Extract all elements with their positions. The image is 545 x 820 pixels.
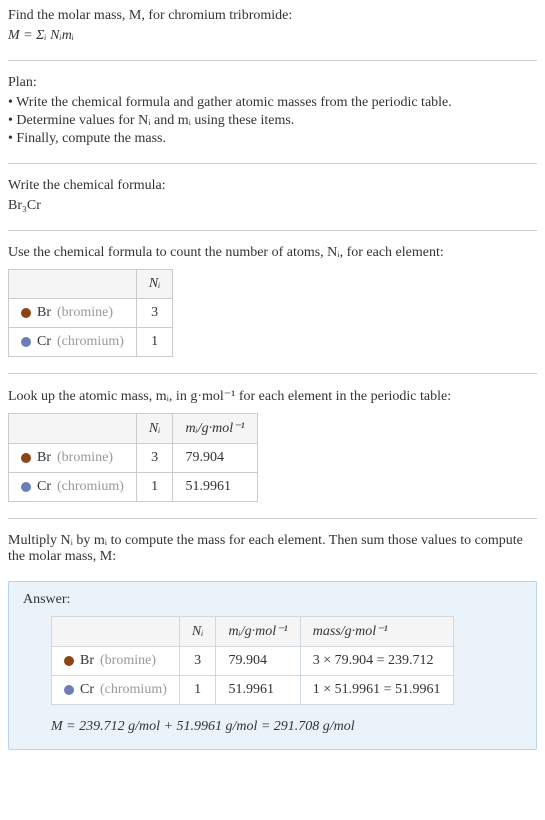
table-row: Br (bromine) 3 79.904 [9, 444, 258, 473]
element-cell: Br (bromine) [9, 299, 137, 328]
n-value: 1 [136, 473, 173, 502]
divider [8, 518, 537, 519]
element-name: (chromium) [100, 682, 167, 698]
chemical-formula-header: Write the chemical formula: [8, 178, 537, 194]
chromium-dot-icon [21, 337, 31, 347]
n-value: 3 [136, 299, 173, 328]
empty-header [9, 414, 137, 444]
chemical-formula-section: Write the chemical formula: Br₃Cr [8, 178, 537, 214]
col-n-header: Nᵢ [136, 270, 173, 299]
table-row: Br (bromine) 3 79.904 3 × 79.904 = 239.7… [52, 647, 454, 676]
intro-section: Find the molar mass, M, for chromium tri… [8, 8, 537, 44]
col-m-header: mᵢ/g·mol⁻¹ [216, 617, 300, 647]
mass-value: 1 × 51.9961 = 51.9961 [300, 676, 453, 705]
plan-item: Write the chemical formula and gather at… [8, 95, 537, 111]
col-mass-header: mass/g·mol⁻¹ [300, 617, 453, 647]
element-cell: Cr (chromium) [9, 328, 137, 357]
m-value: 51.9961 [216, 676, 300, 705]
element-cell: Br (bromine) [9, 444, 137, 473]
element-symbol: Br [37, 305, 51, 321]
element-symbol: Cr [80, 682, 94, 698]
answer-result: M = 239.712 g/mol + 51.9961 g/mol = 291.… [51, 719, 522, 735]
chemical-formula-value: Br₃Cr [8, 198, 537, 214]
atomic-mass-section: Look up the atomic mass, mᵢ, in g·mol⁻¹ … [8, 388, 537, 502]
mass-value: 3 × 79.904 = 239.712 [300, 647, 453, 676]
atomic-mass-header: Look up the atomic mass, mᵢ, in g·mol⁻¹ … [8, 388, 537, 405]
divider [8, 60, 537, 61]
atomic-mass-table: Nᵢ mᵢ/g·mol⁻¹ Br (bromine) 3 79.904 Cr (… [8, 413, 258, 502]
n-value: 3 [136, 444, 173, 473]
plan-header: Plan: [8, 75, 537, 91]
intro-formula: M = Σᵢ Nᵢmᵢ [8, 28, 537, 44]
divider [8, 230, 537, 231]
bromine-dot-icon [21, 308, 31, 318]
table-header-row: Nᵢ mᵢ/g·mol⁻¹ mass/g·mol⁻¹ [52, 617, 454, 647]
plan-item: Finally, compute the mass. [8, 131, 537, 147]
intro-line: Find the molar mass, M, for chromium tri… [8, 8, 537, 24]
element-cell: Br (bromine) [52, 647, 180, 676]
chromium-dot-icon [64, 685, 74, 695]
answer-box: Answer: Nᵢ mᵢ/g·mol⁻¹ mass/g·mol⁻¹ Br (b… [8, 581, 537, 750]
table-row: Cr (chromium) 1 51.9961 [9, 473, 258, 502]
m-value: 79.904 [173, 444, 257, 473]
element-name: (chromium) [57, 334, 124, 350]
col-m-header: mᵢ/g·mol⁻¹ [173, 414, 257, 444]
table-header-row: Nᵢ [9, 270, 173, 299]
divider [8, 373, 537, 374]
answer-table: Nᵢ mᵢ/g·mol⁻¹ mass/g·mol⁻¹ Br (bromine) … [51, 616, 454, 705]
divider [8, 163, 537, 164]
element-name: (bromine) [57, 450, 113, 466]
m-value: 79.904 [216, 647, 300, 676]
plan-section: Plan: Write the chemical formula and gat… [8, 75, 537, 147]
count-atoms-table: Nᵢ Br (bromine) 3 Cr (chromium) 1 [8, 269, 173, 357]
table-row: Br (bromine) 3 [9, 299, 173, 328]
col-n-header: Nᵢ [179, 617, 216, 647]
chromium-dot-icon [21, 482, 31, 492]
col-n-header: Nᵢ [136, 414, 173, 444]
table-row: Cr (chromium) 1 51.9961 1 × 51.9961 = 51… [52, 676, 454, 705]
element-symbol: Br [80, 653, 94, 669]
element-name: (bromine) [57, 305, 113, 321]
table-row: Cr (chromium) 1 [9, 328, 173, 357]
n-value: 3 [179, 647, 216, 676]
m-value: 51.9961 [173, 473, 257, 502]
plan-list: Write the chemical formula and gather at… [8, 95, 537, 147]
multiply-section: Multiply Nᵢ by mᵢ to compute the mass fo… [8, 533, 537, 565]
element-symbol: Cr [37, 479, 51, 495]
element-symbol: Cr [37, 334, 51, 350]
empty-header [9, 270, 137, 299]
element-name: (bromine) [100, 653, 156, 669]
bromine-dot-icon [21, 453, 31, 463]
empty-header [52, 617, 180, 647]
n-value: 1 [179, 676, 216, 705]
answer-label: Answer: [23, 592, 522, 608]
n-value: 1 [136, 328, 173, 357]
table-header-row: Nᵢ mᵢ/g·mol⁻¹ [9, 414, 258, 444]
element-symbol: Br [37, 450, 51, 466]
plan-item: Determine values for Nᵢ and mᵢ using the… [8, 113, 537, 129]
element-name: (chromium) [57, 479, 124, 495]
multiply-header: Multiply Nᵢ by mᵢ to compute the mass fo… [8, 533, 537, 565]
count-atoms-section: Use the chemical formula to count the nu… [8, 245, 537, 357]
bromine-dot-icon [64, 656, 74, 666]
element-cell: Cr (chromium) [9, 473, 137, 502]
count-atoms-header: Use the chemical formula to count the nu… [8, 245, 537, 261]
element-cell: Cr (chromium) [52, 676, 180, 705]
